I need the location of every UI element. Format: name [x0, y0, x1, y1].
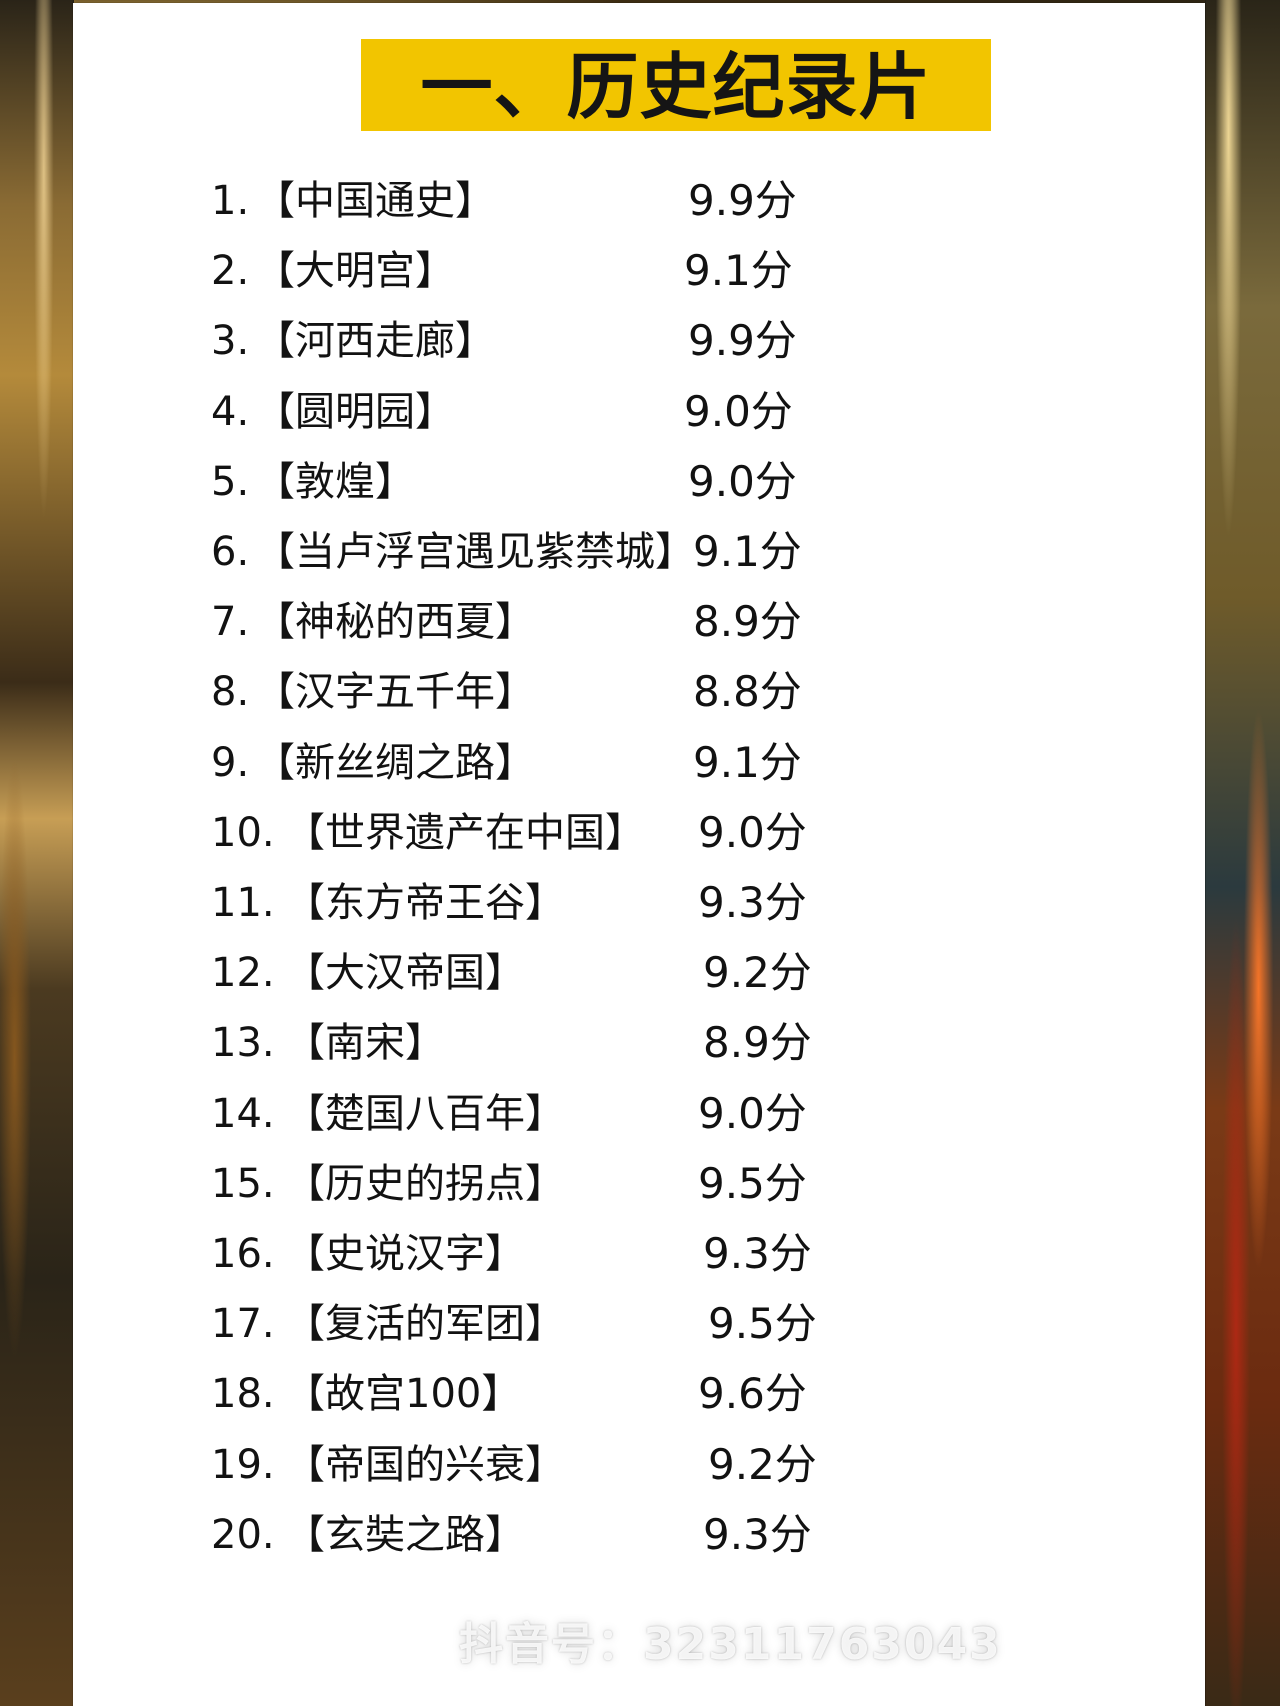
rating-score: 8.9分: [703, 1018, 812, 1067]
item-number: 15.: [211, 1161, 275, 1207]
page-title: 一、历史纪录片: [420, 45, 932, 129]
documentary-title: 【史说汉字】: [285, 1231, 525, 1277]
documentary-title: 【河西走廊】: [255, 318, 495, 364]
item-number: 17.: [211, 1301, 275, 1347]
rating-score: 8.8分: [693, 667, 802, 716]
item-number: 14.: [211, 1091, 275, 1137]
list-item: 7. 【神秘的西夏】 8.9分: [73, 584, 1205, 660]
rating-score: 9.0分: [698, 808, 807, 857]
rating-score: 9.3分: [698, 878, 807, 927]
item-number: 4.: [211, 389, 250, 435]
documentary-title: 【敦煌】: [255, 459, 415, 505]
documentary-title: 【神秘的西夏】: [255, 599, 535, 645]
list-item: 8. 【汉字五千年】 8.8分: [73, 654, 1205, 730]
list-item: 11. 【东方帝王谷】 9.3分: [73, 865, 1205, 941]
item-number: 5.: [211, 459, 250, 505]
rating-score: 9.6分: [698, 1369, 807, 1418]
list-item: 5. 【敦煌】 9.0分: [73, 444, 1205, 520]
documentary-title: 【世界遗产在中国】: [285, 810, 645, 856]
right-background: [1205, 0, 1280, 1706]
list-item: 17. 【复活的军团】 9.5分: [73, 1286, 1205, 1362]
item-number: 6.: [211, 529, 250, 575]
list-item: 10. 【世界遗产在中国】 9.0分: [73, 795, 1205, 871]
rating-score: 9.2分: [708, 1440, 817, 1489]
item-number: 11.: [211, 880, 275, 926]
rating-score: 9.0分: [698, 1089, 807, 1138]
rating-score: 9.1分: [684, 246, 793, 295]
documentary-title: 【大明宫】: [255, 248, 455, 294]
list-item: 19. 【帝国的兴衰】 9.2分: [73, 1427, 1205, 1503]
documentary-title: 【玄奘之路】: [285, 1512, 525, 1558]
list-item: 20. 【玄奘之路】 9.3分: [73, 1497, 1205, 1573]
item-number: 13.: [211, 1020, 275, 1066]
list-item: 18. 【故宫100】 9.6分: [73, 1356, 1205, 1432]
documentary-title: 【复活的军团】: [285, 1301, 565, 1347]
list-item: 9. 【新丝绸之路】 9.1分: [73, 725, 1205, 801]
list-item: 2. 【大明宫】 9.1分: [73, 233, 1205, 309]
rating-score: 9.2分: [703, 948, 812, 997]
content-card: 一、历史纪录片 1. 【中国通史】 9.9分 2. 【大明宫】 9.1分 3. 【河西走廊】 9…: [73, 3, 1205, 1706]
item-number: 16.: [211, 1231, 275, 1277]
list-item: 16. 【史说汉字】 9.3分: [73, 1216, 1205, 1292]
item-number: 12.: [211, 950, 275, 996]
rating-score: 9.5分: [698, 1159, 807, 1208]
documentary-title: 【东方帝王谷】: [285, 880, 565, 926]
documentary-title: 【南宋】: [285, 1020, 445, 1066]
item-number: 1.: [211, 178, 250, 224]
list-item: 1. 【中国通史】 9.9分: [73, 163, 1205, 239]
rating-score: 8.9分: [693, 597, 802, 646]
rating-score: 9.9分: [688, 316, 797, 365]
item-number: 3.: [211, 318, 250, 364]
list-item: 15. 【历史的拐点】 9.5分: [73, 1146, 1205, 1222]
list-item: 14. 【楚国八百年】 9.0分: [73, 1076, 1205, 1152]
item-number: 10.: [211, 810, 275, 856]
item-number: 2.: [211, 248, 250, 294]
rating-score: 9.9分: [688, 176, 797, 225]
left-background: [0, 0, 74, 1706]
rating-score: 9.3分: [703, 1229, 812, 1278]
documentary-title: 【帝国的兴衰】: [285, 1442, 565, 1488]
documentary-title: 【当卢浮宫遇见紫禁城】: [255, 529, 695, 575]
item-number: 8.: [211, 669, 250, 715]
list-item: 13. 【南宋】 8.9分: [73, 1005, 1205, 1081]
list-item: 4. 【圆明园】 9.0分: [73, 374, 1205, 450]
documentary-title: 【新丝绸之路】: [255, 740, 535, 786]
documentary-title: 【圆明园】: [255, 389, 455, 435]
documentary-title: 【大汉帝国】: [285, 950, 525, 996]
item-number: 20.: [211, 1512, 275, 1558]
list-item: 12. 【大汉帝国】 9.2分: [73, 935, 1205, 1011]
list-item: 3. 【河西走廊】 9.9分: [73, 303, 1205, 379]
title-banner: 一、历史纪录片: [361, 39, 991, 131]
list-item: 6. 【当卢浮宫遇见紫禁城】 9.1分: [73, 514, 1205, 590]
documentary-title: 【汉字五千年】: [255, 669, 535, 715]
documentary-list: 1. 【中国通史】 9.9分 2. 【大明宫】 9.1分 3. 【河西走廊】 9.9分 4. 【圆明…: [73, 163, 1205, 1693]
rating-score: 9.5分: [708, 1299, 817, 1348]
rating-score: 9.3分: [703, 1510, 812, 1559]
item-number: 7.: [211, 599, 250, 645]
rating-score: 9.1分: [693, 738, 802, 787]
documentary-title: 【中国通史】: [255, 178, 495, 224]
rating-score: 9.1分: [693, 527, 802, 576]
rating-score: 9.0分: [688, 457, 797, 506]
item-number: 19.: [211, 1442, 275, 1488]
item-number: 18.: [211, 1371, 275, 1417]
documentary-title: 【历史的拐点】: [285, 1161, 565, 1207]
documentary-title: 【楚国八百年】: [285, 1091, 565, 1137]
item-number: 9.: [211, 740, 250, 786]
rating-score: 9.0分: [684, 387, 793, 436]
documentary-title: 【故宫100】: [285, 1371, 522, 1417]
